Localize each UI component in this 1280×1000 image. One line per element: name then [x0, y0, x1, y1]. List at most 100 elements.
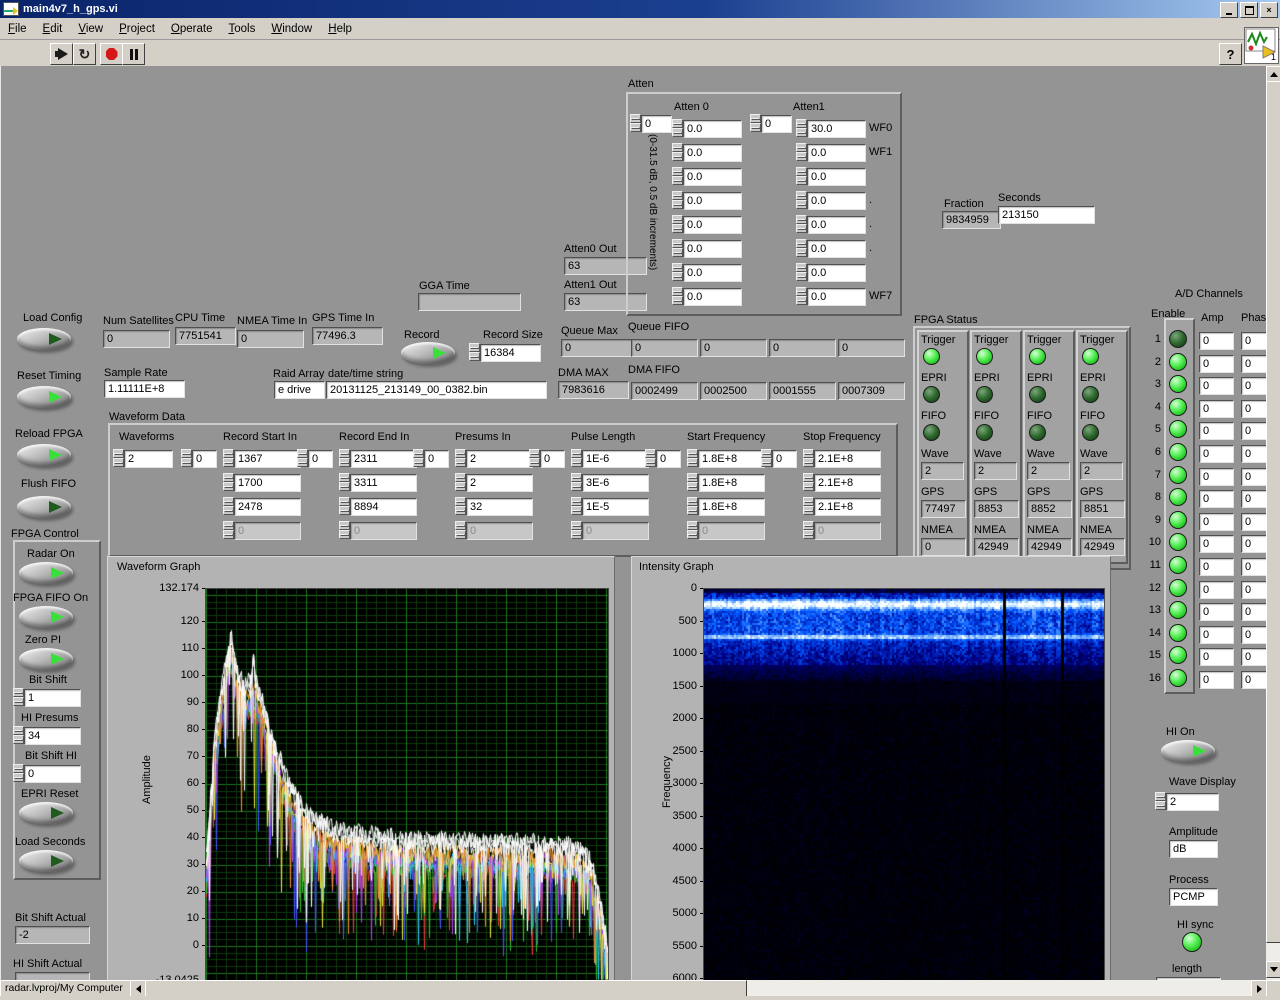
- spin-up-atten0-value-7-spinner[interactable]: [672, 287, 683, 296]
- hi-presums-numeric-spinner[interactable]: [13, 726, 24, 744]
- bit-shift-hi-numeric-spinner[interactable]: [13, 764, 24, 782]
- spin-down-presums-in-index-spinner[interactable]: [413, 458, 424, 467]
- spin-down-atten1-value-5-spinner[interactable]: [796, 248, 807, 257]
- pulse-length-2-spinner[interactable]: [571, 497, 582, 515]
- stop-frequency-index[interactable]: 0: [772, 450, 797, 468]
- stop-frequency-2-spinner[interactable]: [803, 497, 814, 515]
- record-end-in-1-spinner[interactable]: [339, 473, 350, 491]
- spin-up-atten0-value-0-spinner[interactable]: [672, 119, 683, 128]
- spin-up-stop-frequency-index-spinner[interactable]: [761, 449, 772, 458]
- fpga-fifo-on-button[interactable]: [19, 606, 73, 628]
- atten0-value-0-spinner[interactable]: [672, 119, 683, 137]
- amp-3[interactable]: 0: [1199, 377, 1234, 396]
- spin-down-atten1-value-0-spinner[interactable]: [796, 128, 807, 137]
- spin-up-atten1-index-spinner[interactable]: [750, 114, 761, 123]
- atten0-value-1-spinner[interactable]: [672, 143, 683, 161]
- spin-up-bit-shift-hi-numeric-spinner[interactable]: [13, 764, 24, 773]
- wave-display-spinner[interactable]: [1155, 792, 1166, 810]
- spin-down-atten1-value-7-spinner[interactable]: [796, 296, 807, 305]
- phase-12[interactable]: 0: [1241, 580, 1267, 599]
- spin-up-start-frequency-index-spinner[interactable]: [645, 449, 656, 458]
- stop-frequency-2[interactable]: 2.1E+8: [814, 498, 881, 516]
- presums-in-index[interactable]: 0: [424, 450, 449, 468]
- phase-9[interactable]: 0: [1241, 512, 1267, 531]
- record-start-in-0-spinner[interactable]: [223, 449, 234, 467]
- enable-led-12[interactable]: [1169, 578, 1187, 597]
- seconds-control[interactable]: 213150: [998, 206, 1095, 224]
- atten1-value-0[interactable]: 30.0: [807, 120, 866, 138]
- spin-up-pulse-length-index-spinner[interactable]: [529, 449, 540, 458]
- vertical-scroll-thumb[interactable]: [1266, 81, 1280, 943]
- spin-down-atten0-value-3-spinner[interactable]: [672, 200, 683, 209]
- spin-up-record-start-in-2-spinner[interactable]: [223, 497, 234, 506]
- spin-up-record-start-in-index-spinner[interactable]: [181, 449, 192, 458]
- amp-1[interactable]: 0: [1199, 332, 1234, 350]
- spin-up-atten1-value-3-spinner[interactable]: [796, 191, 807, 200]
- amplitude-control[interactable]: dB: [1169, 840, 1218, 858]
- hi-presums-numeric[interactable]: 34: [24, 727, 81, 745]
- atten0-index[interactable]: 0: [641, 115, 672, 133]
- spin-down-stop-frequency-index-spinner[interactable]: [761, 458, 772, 467]
- atten1-value-6-spinner[interactable]: [796, 263, 807, 281]
- record-start-in-index[interactable]: 0: [192, 450, 217, 468]
- spin-down-presums-in-3-spinner[interactable]: [455, 530, 466, 539]
- start-frequency-2[interactable]: 1.8E+8: [698, 498, 765, 516]
- spin-up-atten0-value-3-spinner[interactable]: [672, 191, 683, 200]
- spin-down-bit-shift-numeric-spinner[interactable]: [13, 697, 24, 706]
- atten0-value-3[interactable]: 0.0: [683, 192, 742, 210]
- atten0-value-7[interactable]: 0.0: [683, 288, 742, 306]
- spin-up-atten0-value-2-spinner[interactable]: [672, 167, 683, 176]
- phase-1[interactable]: 0: [1241, 332, 1267, 350]
- phase-5[interactable]: 0: [1241, 422, 1267, 441]
- spin-up-atten0-index-spinner[interactable]: [630, 114, 641, 123]
- spin-up-atten1-value-2-spinner[interactable]: [796, 167, 807, 176]
- presums-in-2-spinner[interactable]: [455, 497, 466, 515]
- amp-15[interactable]: 0: [1199, 648, 1234, 667]
- pulse-length-index[interactable]: 0: [540, 450, 565, 468]
- spin-down-record-start-in-3-spinner[interactable]: [223, 530, 234, 539]
- spin-down-record-start-in-0-spinner[interactable]: [223, 458, 234, 467]
- spin-down-start-frequency-0-spinner[interactable]: [687, 458, 698, 467]
- spin-up-record-end-in-index-spinner[interactable]: [297, 449, 308, 458]
- spin-up-start-frequency-3-spinner[interactable]: [687, 521, 698, 530]
- stop-frequency-1-spinner[interactable]: [803, 473, 814, 491]
- record-end-in-0-spinner[interactable]: [339, 449, 350, 467]
- spin-down-waveforms-spinner[interactable]: [113, 458, 124, 467]
- menu-edit[interactable]: Edit: [35, 20, 71, 38]
- run-button[interactable]: [50, 43, 73, 65]
- pulse-length-1[interactable]: 3E-6: [582, 474, 649, 492]
- spin-up-stop-frequency-0-spinner[interactable]: [803, 449, 814, 458]
- pulse-length-0-spinner[interactable]: [571, 449, 582, 467]
- atten0-value-6[interactable]: 0.0: [683, 264, 742, 282]
- amp-10[interactable]: 0: [1199, 535, 1234, 554]
- spin-down-atten0-value-6-spinner[interactable]: [672, 272, 683, 281]
- spin-down-record-end-in-2-spinner[interactable]: [339, 506, 350, 515]
- atten1-value-1-spinner[interactable]: [796, 143, 807, 161]
- spin-up-record-start-in-0-spinner[interactable]: [223, 449, 234, 458]
- restore-button[interactable]: [1240, 2, 1258, 18]
- spin-up-stop-frequency-3-spinner[interactable]: [803, 521, 814, 530]
- spin-down-atten1-value-6-spinner[interactable]: [796, 272, 807, 281]
- spin-down-stop-frequency-1-spinner[interactable]: [803, 482, 814, 491]
- atten0-value-5[interactable]: 0.0: [683, 240, 742, 258]
- spin-up-atten0-value-6-spinner[interactable]: [672, 263, 683, 272]
- phase-15[interactable]: 0: [1241, 648, 1267, 667]
- zero-pi-button[interactable]: [19, 648, 73, 670]
- hi-on-button[interactable]: [1161, 740, 1215, 762]
- atten1-index[interactable]: 0: [761, 115, 792, 133]
- date-time-string-control[interactable]: 20131125_213149_00_0382.bin: [326, 381, 547, 399]
- amp-13[interactable]: 0: [1199, 603, 1234, 622]
- spin-up-presums-in-1-spinner[interactable]: [455, 473, 466, 482]
- presums-in-1-spinner[interactable]: [455, 473, 466, 491]
- spin-up-presums-in-2-spinner[interactable]: [455, 497, 466, 506]
- spin-down-pulse-length-0-spinner[interactable]: [571, 458, 582, 467]
- amp-9[interactable]: 0: [1199, 512, 1234, 531]
- presums-in-2[interactable]: 32: [466, 498, 533, 516]
- spin-down-stop-frequency-0-spinner[interactable]: [803, 458, 814, 467]
- phase-3[interactable]: 0: [1241, 377, 1267, 396]
- spin-up-record-end-in-1-spinner[interactable]: [339, 473, 350, 482]
- atten1-value-5[interactable]: 0.0: [807, 240, 866, 258]
- pulse-length-3-spinner[interactable]: [571, 521, 582, 539]
- spin-down-start-frequency-3-spinner[interactable]: [687, 530, 698, 539]
- spin-up-pulse-length-3-spinner[interactable]: [571, 521, 582, 530]
